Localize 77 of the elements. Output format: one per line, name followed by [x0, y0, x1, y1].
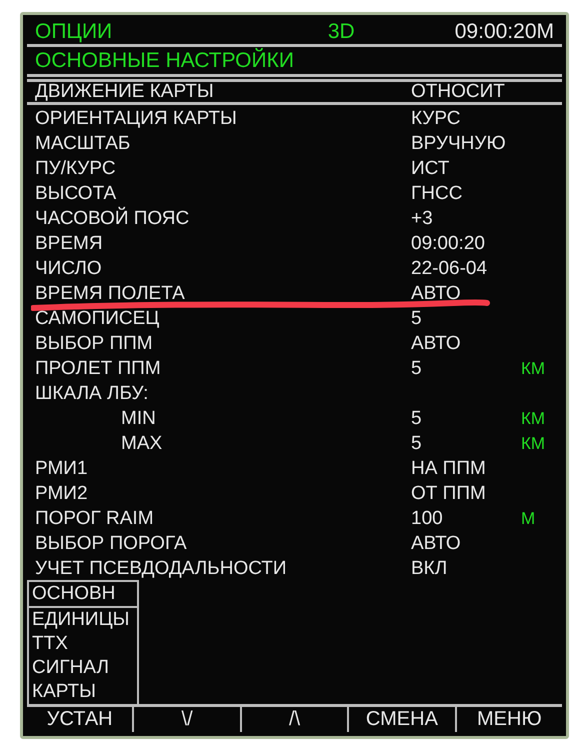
setting-value: ВКЛ — [411, 558, 448, 580]
soft-key[interactable]: СМЕНА — [347, 706, 455, 732]
setting-value: 5 — [411, 308, 423, 330]
setting-label: ПРОЛЕТ ППМ — [35, 358, 162, 380]
settings-row[interactable]: MAX 5 КМ — [27, 430, 562, 455]
setting-value: 5 — [411, 432, 423, 455]
setting-label: ДВИЖЕНИЕ КАРТЫ — [35, 81, 215, 104]
setting-label: ВЫБОР ПОРОГА — [35, 532, 188, 555]
settings-row[interactable]: РМИ1 НА ППМ — [27, 454, 562, 480]
settings-row[interactable]: ВРЕМЯ 09:00:20 — [27, 230, 562, 255]
setting-value: АВТО — [411, 532, 462, 555]
setting-value: ОТ ППМ — [411, 482, 487, 505]
menu-item[interactable]: КАРТЫ — [29, 680, 137, 704]
setting-value: ОТНОСИТ — [411, 81, 506, 104]
setting-label: ШКАЛА ЛБУ: — [35, 382, 150, 405]
settings-row[interactable]: ШКАЛА ЛБУ: — [27, 380, 562, 405]
settings-row[interactable]: ПУ/КУРС ИСТ — [27, 154, 562, 180]
setting-value: 5 — [411, 408, 423, 430]
settings-row[interactable]: ЧИСЛО 22-06-04 — [27, 254, 562, 280]
menu-item[interactable]: ЕДИНИЦЫ — [29, 608, 137, 632]
unit-label: М — [521, 508, 536, 529]
setting-label: ПОРОГ RAIM — [35, 508, 155, 530]
setting-label: ВЫБОР ППМ — [35, 332, 154, 355]
menu-item[interactable]: ТТХ — [29, 632, 137, 656]
setting-value: ГНСС — [411, 182, 464, 205]
section-title: ОСНОВНЫЕ НАСТРОЙКИ — [35, 48, 294, 73]
settings-row[interactable]: ДВИЖЕНИЕ КАРТЫ ОТНОСИТ — [27, 79, 562, 105]
soft-key[interactable]: МЕНЮ — [454, 706, 562, 732]
settings-row[interactable]: ВЫБОР ПОРОГА АВТО — [27, 530, 562, 555]
setting-label: МАСШТАБ — [35, 132, 132, 155]
setting-value: АВТО — [411, 332, 462, 355]
setting-label: САМОПИСЕЦ — [35, 308, 160, 330]
setting-label: ВРЕМЯ ПОЛЕТА — [35, 282, 186, 305]
setting-label: MAX — [120, 432, 164, 455]
setting-label: MIN — [120, 408, 157, 430]
settings-row[interactable]: САМОПИСЕЦ 5 — [27, 304, 562, 330]
setting-value: ВРУЧНУЮ — [411, 132, 507, 155]
soft-key[interactable]: \/ — [132, 706, 240, 732]
settings-row[interactable]: УЧЕТ ПСЕВДОДАЛЬНОСТИ ВКЛ — [27, 554, 562, 580]
unit-label: КМ — [521, 358, 546, 379]
settings-row[interactable]: ПОРОГ RAIM 100 М — [27, 504, 562, 530]
settings-row[interactable]: ПРОЛЕТ ППМ 5 КМ — [27, 354, 562, 380]
setting-value: +3 — [411, 208, 434, 230]
clock-time: 09:00:20М — [454, 20, 554, 44]
settings-row[interactable]: ВРЕМЯ ПОЛЕТА АВТО — [27, 280, 562, 305]
setting-label: ОРИЕНТАЦИЯ КАРТЫ — [35, 108, 238, 130]
menu-item[interactable]: СИГНАЛ — [29, 656, 137, 680]
setting-value: НА ППМ — [411, 458, 487, 480]
settings-row[interactable]: ОРИЕНТАЦИЯ КАРТЫ КУРС — [27, 104, 562, 130]
setting-label: ВЫСОТА — [35, 182, 118, 205]
menu-item[interactable]: ОСНОВН — [29, 582, 137, 608]
setting-value: ИСТ — [411, 158, 450, 180]
unit-label: КМ — [521, 408, 546, 429]
setting-label: ЧИСЛО — [35, 258, 103, 280]
setting-label: РМИ1 — [35, 458, 89, 480]
settings-row[interactable]: МАСШТАБ ВРУЧНУЮ — [27, 130, 562, 155]
setting-value: КУРС — [411, 108, 462, 130]
settings-row[interactable]: MIN 5 КМ — [27, 404, 562, 430]
mode-indicator: 3D — [328, 20, 356, 44]
setting-label: ПУ/КУРС — [35, 158, 117, 180]
unit-label: КМ — [521, 434, 546, 454]
settings-row[interactable]: РМИ2 ОТ ППМ — [27, 480, 562, 505]
settings-row[interactable]: ВЫБОР ППМ АВТО — [27, 330, 562, 355]
setting-label: УЧЕТ ПСЕВДОДАЛЬНОСТИ — [35, 558, 288, 580]
setting-label: ВРЕМЯ — [35, 232, 104, 255]
setting-value: АВТО — [411, 282, 462, 305]
settings-row[interactable]: ВЫСОТА ГНСС — [27, 180, 562, 205]
setting-value: 100 — [411, 508, 444, 530]
setting-value: 09:00:20 — [411, 232, 486, 255]
setting-label: ЧАСОВОЙ ПОЯС — [35, 208, 190, 230]
setting-label: РМИ2 — [35, 482, 89, 505]
soft-key[interactable]: /\ — [240, 706, 348, 732]
settings-row[interactable]: ЧАСОВОЙ ПОЯС +3 — [27, 204, 562, 230]
setting-value: 5 — [411, 358, 423, 380]
page-title: ОПЦИИ — [35, 20, 114, 44]
setting-value: 22-06-04 — [411, 258, 488, 280]
soft-key[interactable]: УСТАН — [27, 706, 132, 732]
